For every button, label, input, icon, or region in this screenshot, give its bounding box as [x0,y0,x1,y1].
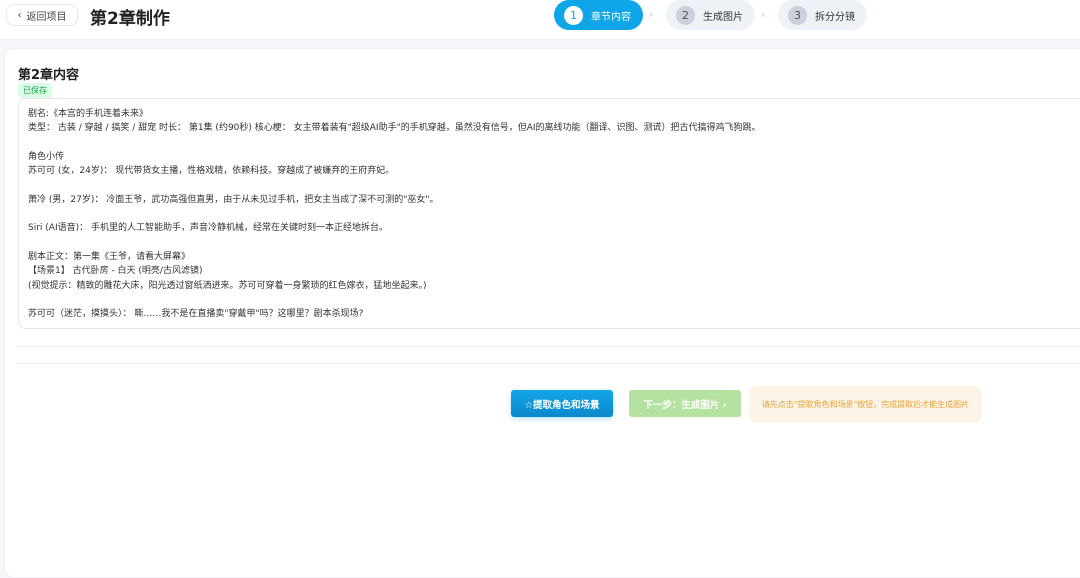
divider [18,363,1080,364]
page-title: 第2章制作 [90,9,170,29]
chapter-content-textarea[interactable]: 剧名:《本宫的手机连着未来》 类型： 古装 / 穿越 / 搞笑 / 甜宠 时长：… [18,98,1080,329]
back-to-project-button[interactable]: ‹ 返回项目 [6,4,78,26]
step-number: 3 [788,5,807,25]
card-title: 第2章内容 [18,68,80,83]
next-step-generate-images-button[interactable]: 下一步：生成图片 › [629,390,741,417]
step-chapter-content[interactable]: 1 章节内容 [554,0,643,30]
chevron-left-icon: ‹ [17,9,22,21]
step-label: 生成图片 [703,11,743,23]
back-label: 返回项目 [26,11,67,23]
chevron-right-icon: › [761,8,766,21]
chevron-right-icon: › [649,8,654,21]
step-split-storyboard[interactable]: 3 拆分分镜 [778,0,867,30]
header: ‹ 返回项目 第2章制作 1 章节内容 › 2 生成图片 › 3 拆分分镜 [0,0,1080,40]
chapter-content-card: 第2章内容 已保存 剧名:《本宫的手机连着未来》 类型： 古装 / 穿越 / 搞… [4,48,1080,578]
extract-characters-scenes-button[interactable]: ☆提取角色和场景 [511,390,613,417]
step-number: 1 [564,5,583,25]
saved-status-badge: 已保存 [18,83,52,98]
step-label: 拆分分镜 [815,11,855,23]
step-number: 2 [676,5,695,25]
hint-message: 请先点击"提取角色和场景"按钮，完成提取后才能生成图片 [749,386,982,423]
step-generate-images[interactable]: 2 生成图片 [666,0,755,30]
divider [18,346,1080,347]
step-label: 章节内容 [591,11,631,23]
